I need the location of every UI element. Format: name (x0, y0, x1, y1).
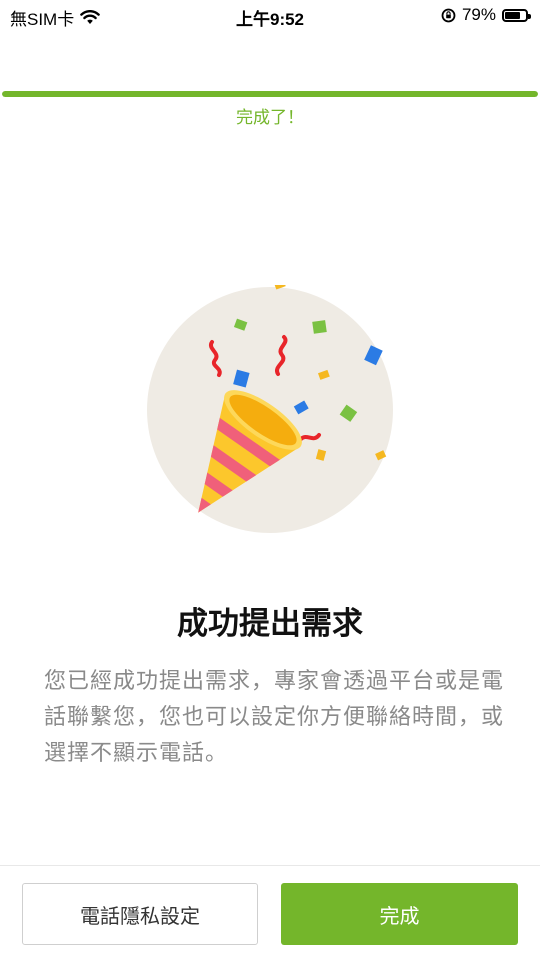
party-popper-icon (147, 279, 393, 539)
battery-icon (502, 8, 531, 22)
battery-tip (528, 13, 531, 19)
progress-bar (2, 91, 538, 97)
done-button[interactable]: 完成 (281, 883, 518, 945)
page-title: 成功提出需求 (177, 606, 363, 642)
battery-percent: 79% (461, 5, 496, 24)
rotation-lock-icon (441, 8, 456, 22)
celebration-illustration (145, 279, 395, 539)
phone-privacy-settings-button[interactable]: 電話隱私設定 (22, 883, 258, 945)
progress-bar-fill (2, 91, 538, 97)
status-right: 79% (441, 5, 531, 25)
status-bar: 無SIM卡 上午9:52 79% (0, 0, 540, 32)
description-text: 您已經成功提出需求，專家會透過平台或是電話聯繫您，您也可以設定你方便聯絡時間，或… (44, 669, 505, 766)
progress-label: 完成了！ (236, 108, 304, 128)
bottom-action-bar: 電話隱私設定 完成 (0, 865, 540, 960)
battery-level (505, 11, 521, 19)
